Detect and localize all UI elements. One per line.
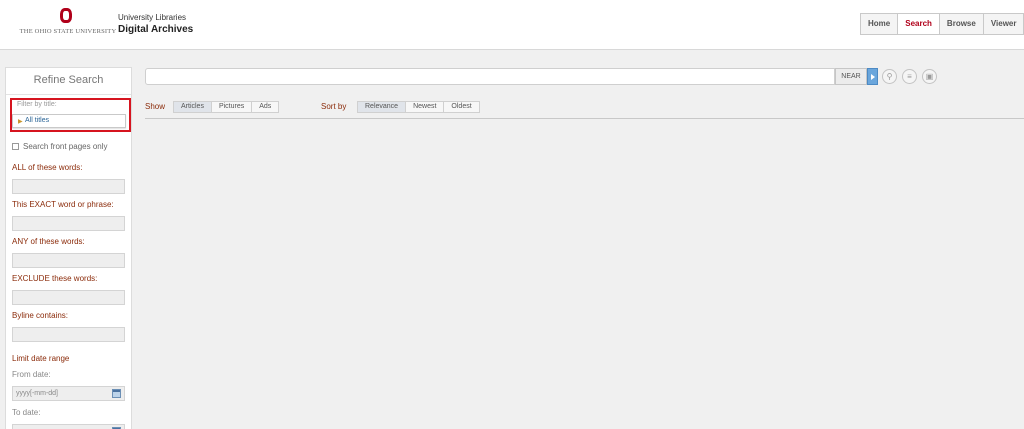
sort-label: Sort by: [321, 102, 347, 111]
from-date-input[interactable]: yyyy[-mm-dd]: [12, 386, 125, 401]
ohio-state-logo[interactable]: The Ohio State University: [18, 8, 118, 40]
exact-phrase-input[interactable]: [12, 216, 125, 231]
near-arrow-button[interactable]: [867, 68, 878, 85]
list-icon: ≡: [907, 72, 912, 81]
byline-input[interactable]: [12, 327, 125, 342]
show-label: Show: [145, 102, 166, 111]
byline-label: Byline contains:: [12, 311, 69, 320]
search-input[interactable]: [145, 68, 835, 85]
show-pictures[interactable]: Pictures: [212, 102, 253, 112]
arrow-right-icon: ▶: [18, 119, 23, 125]
exclude-words-label: EXCLUDE these words:: [12, 274, 98, 283]
list-button[interactable]: ≡: [902, 69, 917, 84]
sort-relevance[interactable]: Relevance: [358, 102, 407, 112]
front-pages-checkbox[interactable]: [12, 142, 19, 150]
search-icon: ⚲: [886, 72, 893, 81]
sort-toggle: Relevance Newest Oldest: [357, 101, 480, 113]
show-articles[interactable]: Articles: [174, 102, 212, 112]
university-name: The Ohio State University: [19, 28, 117, 35]
top-nav: Home Search Browse Viewer My: [860, 13, 1024, 35]
filter-by-title-label: Filter by title:: [17, 101, 57, 108]
calendar-icon[interactable]: [112, 389, 121, 398]
refine-search-panel: Refine Search Filter by title: ▶ All tit…: [5, 67, 132, 429]
show-ads[interactable]: Ads: [252, 102, 278, 112]
front-pages-label: Search front pages only: [23, 141, 108, 151]
exact-phrase-label: This EXACT word or phrase:: [12, 200, 114, 209]
nav-browse[interactable]: Browse: [940, 14, 984, 34]
any-words-input[interactable]: [12, 253, 125, 268]
to-date-label: To date:: [12, 408, 41, 417]
ohio-state-logo-icon: [60, 8, 72, 23]
sort-oldest[interactable]: Oldest: [444, 102, 478, 112]
from-date-placeholder: yyyy[-mm-dd]: [16, 390, 58, 397]
results-divider: [145, 118, 1024, 119]
brand[interactable]: University Libraries Digital Archives: [118, 13, 193, 35]
date-range-label: Limit date range: [12, 354, 70, 363]
header: The Ohio State University University Lib…: [0, 0, 1024, 50]
save-icon: ▣: [925, 72, 934, 81]
to-date-input[interactable]: [12, 424, 125, 429]
sort-newest[interactable]: Newest: [406, 102, 445, 112]
refine-search-title: Refine Search: [33, 74, 104, 86]
nav-search[interactable]: Search: [898, 14, 940, 34]
exclude-words-input[interactable]: [12, 290, 125, 305]
title-filter-value: All titles: [25, 117, 50, 124]
show-toggle: Articles Pictures Ads: [173, 101, 280, 113]
front-pages-row: Search front pages only: [12, 140, 108, 152]
all-words-input[interactable]: [12, 179, 125, 194]
from-date-label: From date:: [12, 370, 51, 379]
brand-line2: Digital Archives: [118, 24, 194, 35]
any-words-label: ANY of these words:: [12, 237, 85, 246]
title-filter-select[interactable]: ▶ All titles: [12, 114, 126, 128]
divider: [6, 94, 131, 95]
search-button[interactable]: ⚲: [882, 69, 897, 84]
nav-viewer[interactable]: Viewer: [984, 14, 1024, 34]
brand-line1: University Libraries: [118, 13, 187, 22]
all-words-label: ALL of these words:: [12, 163, 83, 172]
save-button[interactable]: ▣: [922, 69, 937, 84]
near-button[interactable]: NEAR: [835, 68, 867, 85]
nav-home[interactable]: Home: [861, 14, 899, 34]
